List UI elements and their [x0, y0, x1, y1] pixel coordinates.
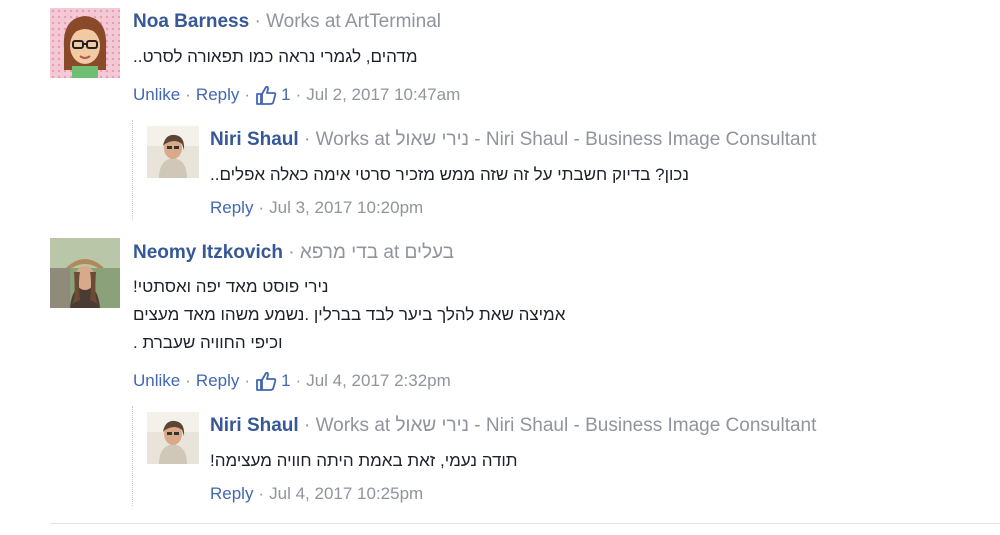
dot-separator: · — [244, 85, 251, 104]
dot-separator: · — [185, 371, 191, 390]
profile-photo — [147, 126, 199, 178]
comment-text: !תודה נעמי, זאת באמת היתה חוויה מעצימה — [210, 451, 518, 470]
comment-actions: Unlike · Reply · 1 · Jul 4, 2017 2:32pm — [133, 371, 451, 391]
comment-author-line: Niri Shaul · Works at נירי שאול - Niri S… — [210, 415, 816, 437]
dot-separator: · — [295, 371, 302, 390]
reply-link[interactable]: Reply — [196, 371, 239, 391]
separator: · — [254, 11, 261, 32]
comment-text: ..מדהים, לגמרי נראה כמו תפאורה לסרט — [133, 47, 418, 66]
timestamp[interactable]: Jul 4, 2017 10:25pm — [269, 484, 423, 504]
comment-author-line: Noa Barness · Works at ArtTerminal — [133, 11, 441, 33]
comment-text-line-2: אמיצה שאת להלך ביער לבד בברלין .נשמע משה… — [133, 305, 566, 324]
dot-separator: · — [258, 484, 265, 503]
author-workplace[interactable]: Works at נירי שאול - Niri Shaul - Busine… — [316, 129, 817, 150]
reply-thread-line — [132, 406, 133, 506]
section-divider — [50, 523, 1000, 524]
comment-text-line-3: . וכיפי החוויה שעברת — [133, 333, 283, 352]
reply-link[interactable]: Reply — [210, 484, 253, 504]
reply-link[interactable]: Reply — [210, 198, 253, 218]
comment-actions: Unlike · Reply · 1 · Jul 2, 2017 10:47am — [133, 85, 460, 105]
dot-separator: · — [185, 85, 191, 104]
cartoon-avatar-image — [50, 8, 120, 78]
comment-text-line-1: !נירי פוסט מאד יפה ואסתטי — [133, 277, 329, 296]
dot-separator: · — [258, 198, 265, 217]
thumbs-up-icon[interactable] — [255, 85, 277, 105]
timestamp[interactable]: Jul 3, 2017 10:20pm — [269, 198, 423, 218]
unlike-link[interactable]: Unlike — [133, 371, 180, 391]
avatar-neomy-itzkovich[interactable] — [50, 238, 120, 308]
comment-actions: Reply · Jul 3, 2017 10:20pm — [210, 198, 423, 218]
thumbs-up-icon[interactable] — [255, 371, 277, 391]
separator: · — [288, 242, 295, 263]
profile-photo — [147, 412, 199, 464]
dot-separator: · — [244, 371, 251, 390]
timestamp[interactable]: Jul 2, 2017 10:47am — [306, 85, 460, 105]
separator: · — [303, 415, 311, 436]
reply-link[interactable]: Reply — [196, 85, 239, 105]
author-name[interactable]: Neomy Itzkovich — [133, 242, 283, 263]
dot-separator: · — [295, 85, 302, 104]
profile-photo — [50, 238, 120, 308]
comment-author-line: Niri Shaul · Works at נירי שאול - Niri S… — [210, 129, 816, 151]
avatar-niri-shaul[interactable] — [147, 126, 199, 178]
comment-actions: Reply · Jul 4, 2017 10:25pm — [210, 484, 423, 504]
comment-text: ..נכון? בדיוק חשבתי על זה שזה ממש מזכיר … — [210, 165, 689, 184]
like-count[interactable]: 1 — [281, 371, 290, 391]
comment-author-line: Neomy Itzkovich · בדי מרפא at בעלים — [133, 242, 454, 264]
author-name[interactable]: Niri Shaul — [210, 415, 299, 436]
timestamp[interactable]: Jul 4, 2017 2:32pm — [306, 371, 451, 391]
separator: · — [303, 129, 311, 150]
avatar-noa-barness[interactable] — [50, 8, 120, 78]
author-name[interactable]: Niri Shaul — [210, 129, 299, 150]
author-workplace[interactable]: Works at נירי שאול - Niri Shaul - Busine… — [316, 415, 817, 436]
like-count[interactable]: 1 — [281, 85, 290, 105]
author-workplace[interactable]: Works at ArtTerminal — [266, 11, 441, 32]
reply-thread-line — [132, 120, 133, 220]
author-name[interactable]: Noa Barness — [133, 11, 249, 32]
avatar-niri-shaul[interactable] — [147, 412, 199, 464]
author-workplace[interactable]: בדי מרפא at בעלים — [300, 242, 454, 263]
unlike-link[interactable]: Unlike — [133, 85, 180, 105]
